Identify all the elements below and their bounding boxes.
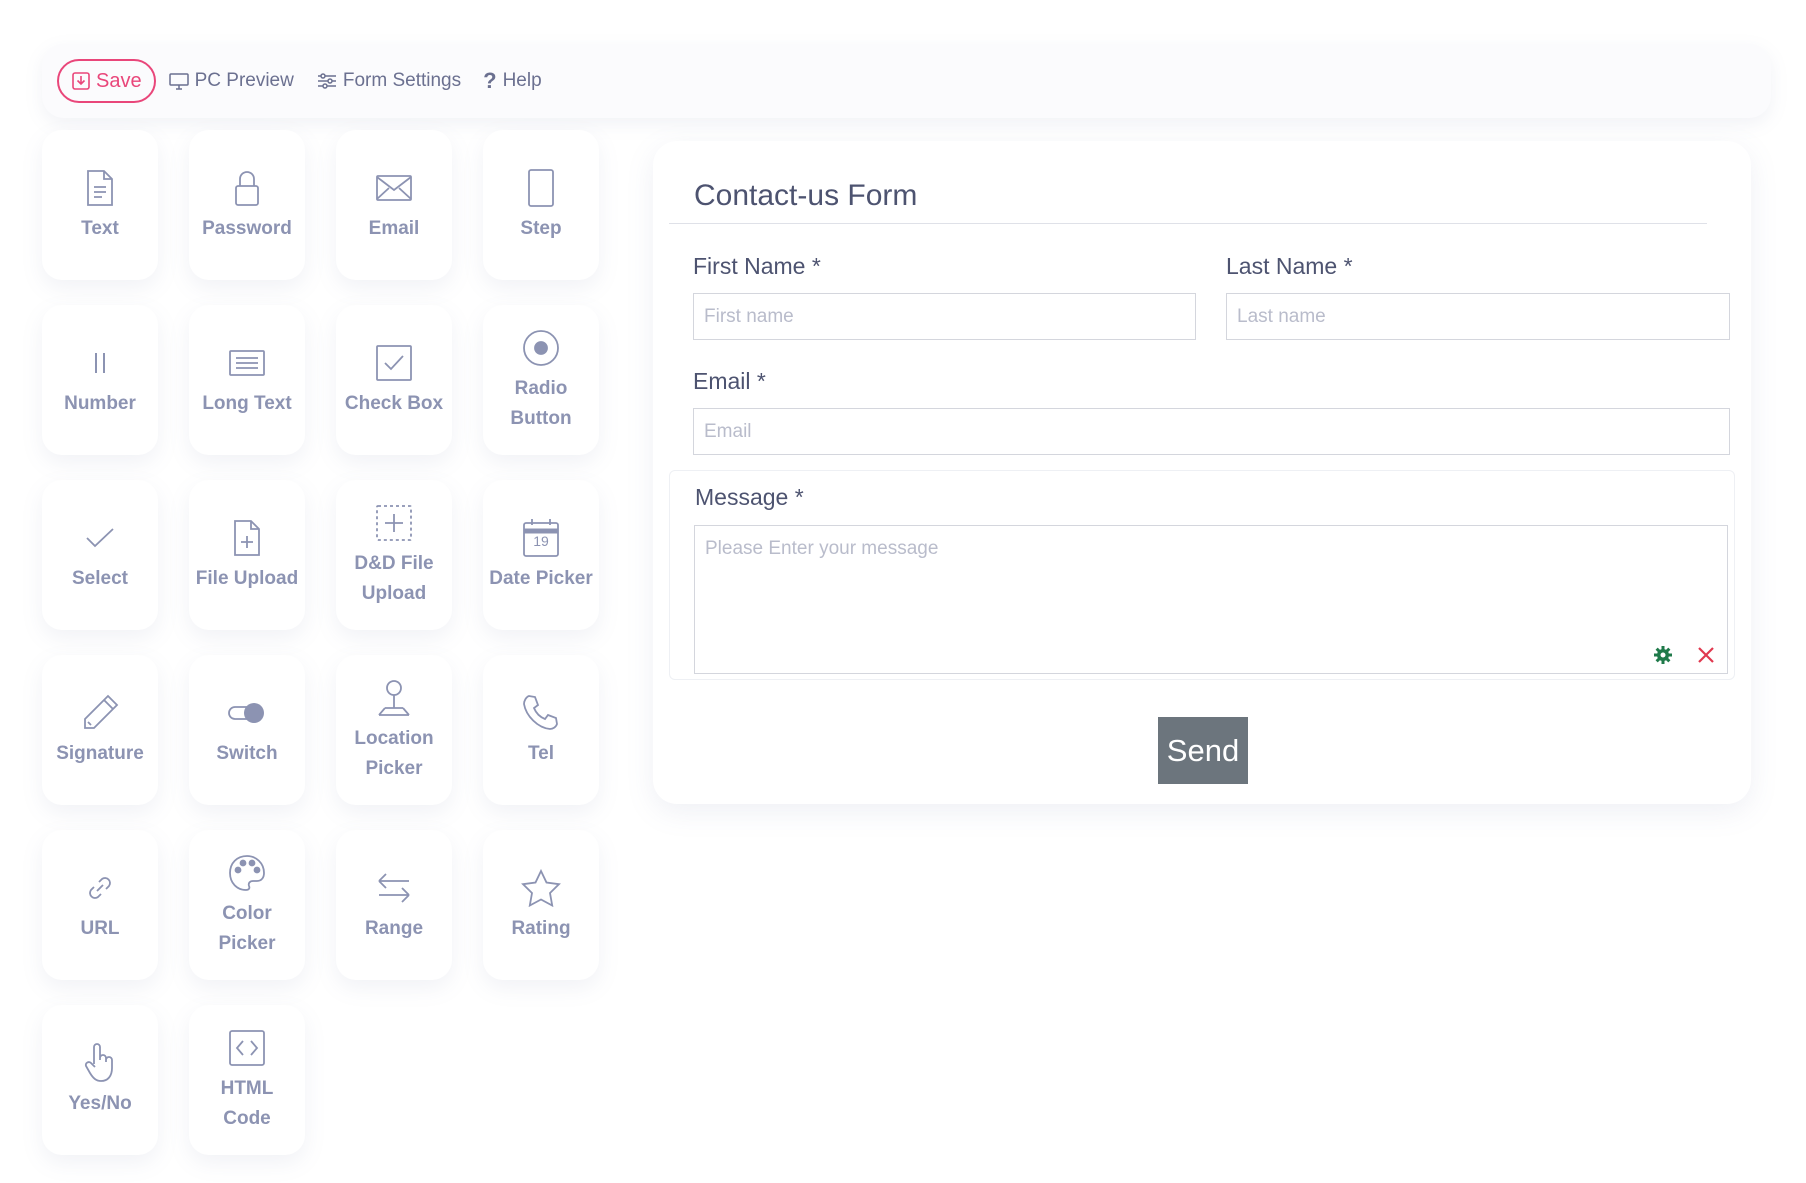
tile-rating[interactable]: Rating bbox=[483, 830, 599, 980]
tile-tel[interactable]: Tel bbox=[483, 655, 599, 805]
tile-html-code[interactable]: HTML Code bbox=[189, 1005, 305, 1155]
tile-radio-button[interactable]: Radio Button bbox=[483, 305, 599, 455]
form-settings-button[interactable]: Form Settings bbox=[316, 70, 461, 92]
form-preview-card: Contact-us Form First Name * Last Name *… bbox=[653, 141, 1751, 804]
field-delete-close-icon[interactable] bbox=[1696, 645, 1716, 665]
first-name-label: First Name * bbox=[693, 253, 821, 279]
tile-url[interactable]: URL bbox=[42, 830, 158, 980]
form-settings-label: Form Settings bbox=[342, 70, 462, 91]
tile-check-box[interactable]: Check Box bbox=[336, 305, 452, 455]
tile-label: Yes/No bbox=[68, 1093, 132, 1114]
toggle-icon bbox=[228, 703, 264, 723]
tile-label: Date Picker bbox=[489, 568, 593, 589]
checkbox-icon bbox=[376, 345, 412, 381]
tile-label: Step bbox=[520, 218, 562, 239]
tile-label: Range bbox=[364, 918, 424, 939]
number-icon bbox=[95, 353, 105, 373]
tile-label: Rating bbox=[511, 918, 571, 939]
tile-file-upload[interactable]: File Upload bbox=[189, 480, 305, 630]
tile-label: HTML Code bbox=[220, 1078, 274, 1129]
tile-range[interactable]: Range bbox=[336, 830, 452, 980]
calendar-day: 19 bbox=[533, 533, 549, 549]
tile-color-picker[interactable]: Color Picker bbox=[189, 830, 305, 980]
lock-icon bbox=[235, 171, 259, 206]
email-input[interactable] bbox=[693, 408, 1730, 455]
tile-location-picker[interactable]: Location Picker bbox=[336, 655, 452, 805]
range-arrows-icon bbox=[378, 873, 410, 903]
tile-label: Color Picker bbox=[218, 903, 276, 954]
step-icon bbox=[528, 169, 554, 207]
toolbar: Save PC Preview Form Settings ? Help bbox=[42, 44, 1771, 118]
dnd-upload-icon bbox=[376, 505, 412, 541]
question-icon: ? bbox=[483, 68, 497, 93]
message-label: Message * bbox=[695, 484, 804, 510]
tile-select[interactable]: Select bbox=[42, 480, 158, 630]
email-label: Email * bbox=[693, 368, 766, 394]
envelope-icon bbox=[376, 175, 412, 201]
tile-label: Signature bbox=[56, 743, 144, 764]
tile-password[interactable]: Password bbox=[189, 130, 305, 280]
link-icon bbox=[89, 877, 111, 899]
pc-preview-label: PC Preview bbox=[194, 70, 294, 91]
field-settings-gear-icon[interactable] bbox=[1653, 645, 1673, 665]
tile-yes-no[interactable]: Yes/No bbox=[42, 1005, 158, 1155]
palette-icon bbox=[229, 855, 265, 891]
tile-text[interactable]: Text bbox=[42, 130, 158, 280]
tile-step[interactable]: Step bbox=[483, 130, 599, 280]
check-mark-icon bbox=[86, 528, 114, 548]
tile-signature[interactable]: Signature bbox=[42, 655, 158, 805]
tile-label: URL bbox=[80, 918, 120, 939]
hand-pointer-icon bbox=[84, 1043, 113, 1082]
help-button[interactable]: ? Help bbox=[483, 68, 542, 94]
field-palette: Text Password Email Step Number Long Tex… bbox=[42, 130, 612, 1155]
tile-email[interactable]: Email bbox=[336, 130, 452, 280]
tile-dnd-file-upload[interactable]: D&D File Upload bbox=[336, 480, 452, 630]
send-button[interactable]: Send bbox=[1158, 717, 1248, 784]
save-icon bbox=[72, 72, 90, 90]
tile-switch[interactable]: Switch bbox=[189, 655, 305, 805]
message-textarea[interactable] bbox=[694, 525, 1728, 674]
pc-preview-button[interactable]: PC Preview bbox=[168, 70, 294, 92]
document-icon bbox=[87, 170, 113, 206]
save-button[interactable]: Save bbox=[57, 59, 156, 103]
star-icon bbox=[521, 869, 561, 907]
radio-icon bbox=[523, 330, 559, 366]
first-name-input[interactable] bbox=[693, 293, 1196, 340]
tile-label: Email bbox=[368, 218, 420, 239]
tile-label: Tel bbox=[527, 743, 555, 764]
tile-date-picker[interactable]: 19 Date Picker bbox=[483, 480, 599, 630]
save-label: Save bbox=[96, 69, 142, 92]
tile-label: Location Picker bbox=[354, 728, 434, 779]
phone-icon bbox=[523, 695, 558, 730]
tile-label: Password bbox=[202, 218, 292, 239]
tile-number[interactable]: Number bbox=[42, 305, 158, 455]
tile-label: D&D File Upload bbox=[354, 553, 434, 604]
tile-label: Select bbox=[72, 568, 128, 589]
tile-label: Long Text bbox=[202, 393, 292, 414]
pen-icon bbox=[84, 694, 119, 729]
tile-label: Number bbox=[64, 393, 136, 414]
tile-label: Radio Button bbox=[510, 378, 572, 429]
last-name-input[interactable] bbox=[1226, 293, 1730, 340]
form-title: Contact-us Form bbox=[694, 179, 918, 212]
help-label: Help bbox=[502, 70, 542, 91]
tile-label: Check Box bbox=[344, 393, 444, 414]
tile-long-text[interactable]: Long Text bbox=[189, 305, 305, 455]
sliders-icon bbox=[317, 73, 336, 89]
tile-label: File Upload bbox=[195, 568, 299, 589]
location-icon bbox=[378, 680, 410, 716]
file-upload-icon bbox=[234, 520, 260, 556]
code-icon bbox=[229, 1030, 265, 1066]
last-name-label: Last Name * bbox=[1226, 253, 1353, 279]
tile-label: Text bbox=[81, 218, 119, 239]
tile-label: Switch bbox=[216, 743, 278, 764]
title-divider bbox=[669, 223, 1707, 224]
long-text-icon bbox=[229, 350, 265, 376]
monitor-icon bbox=[168, 73, 189, 90]
